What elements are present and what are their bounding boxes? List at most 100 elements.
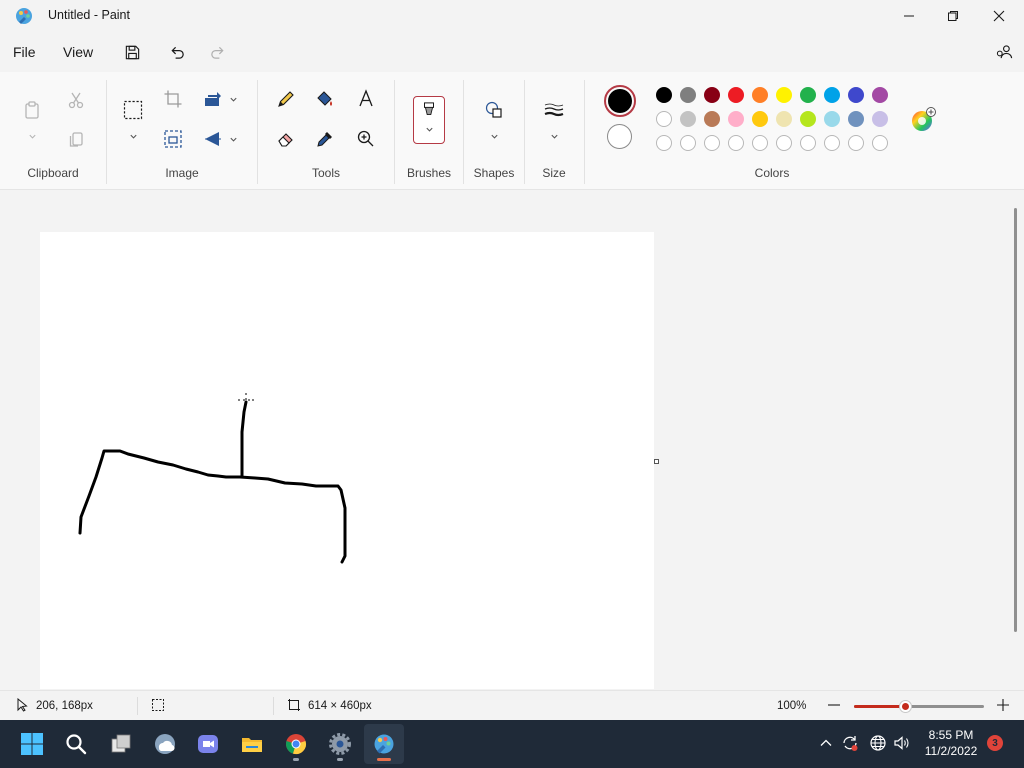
settings-button[interactable] xyxy=(320,724,360,764)
chevron-down-icon xyxy=(490,134,498,139)
account-button[interactable] xyxy=(990,38,1018,66)
paste-icon xyxy=(25,101,39,119)
title-bar: Untitled - Paint xyxy=(0,0,1024,32)
minimize-button[interactable] xyxy=(886,0,932,32)
zoom-level[interactable]: 100% xyxy=(777,700,806,712)
text-button[interactable] xyxy=(352,85,380,113)
search-button[interactable] xyxy=(56,724,96,764)
select-button[interactable] xyxy=(119,96,147,124)
color-swatch[interactable] xyxy=(752,135,768,151)
paste-button[interactable] xyxy=(18,96,46,124)
network-button[interactable] xyxy=(869,734,887,752)
color-swatch[interactable] xyxy=(872,135,888,151)
color-swatch[interactable] xyxy=(680,111,696,127)
clock[interactable]: 8:55 PM 11/2/2022 xyxy=(918,727,984,759)
color-swatch[interactable] xyxy=(776,135,792,151)
color-swatch[interactable] xyxy=(728,111,744,127)
color-swatch[interactable] xyxy=(752,111,768,127)
crop-button[interactable] xyxy=(159,85,187,113)
show-hidden-icons-button[interactable] xyxy=(817,734,835,752)
workspace xyxy=(0,191,1024,689)
canvas-resize-handle[interactable] xyxy=(654,459,659,464)
cursor-position: 206, 168px xyxy=(36,700,93,712)
teams-button[interactable] xyxy=(188,724,228,764)
tools-label: Tools xyxy=(311,166,340,180)
drawing-canvas[interactable] xyxy=(40,232,654,689)
color-swatch[interactable] xyxy=(680,135,696,151)
flip-button[interactable] xyxy=(199,125,227,153)
close-button[interactable] xyxy=(976,0,1022,32)
color-swatch[interactable] xyxy=(656,87,672,103)
clock-date: 11/2/2022 xyxy=(924,744,978,758)
rotate-dropdown[interactable] xyxy=(228,94,238,104)
file-menu[interactable]: File xyxy=(13,44,36,60)
weather-widget[interactable] xyxy=(145,724,185,764)
color-swatch[interactable] xyxy=(872,111,888,127)
color-swatch[interactable] xyxy=(848,135,864,151)
color-swatch[interactable] xyxy=(848,111,864,127)
color-swatch[interactable] xyxy=(656,135,672,151)
color-swatch[interactable] xyxy=(776,111,792,127)
vertical-scrollbar[interactable] xyxy=(1014,208,1017,632)
color-swatch[interactable] xyxy=(848,87,864,103)
eraser-button[interactable] xyxy=(272,125,300,153)
color-swatch[interactable] xyxy=(704,111,720,127)
sync-status-button[interactable] xyxy=(841,734,859,752)
color-picker-button[interactable] xyxy=(311,125,339,153)
search-icon xyxy=(66,734,87,755)
chevron-down-icon xyxy=(550,134,558,139)
color2-selector[interactable] xyxy=(607,124,632,149)
color-swatch[interactable] xyxy=(728,135,744,151)
color-swatch[interactable] xyxy=(800,87,816,103)
color-swatch[interactable] xyxy=(704,87,720,103)
edit-colors-button[interactable] xyxy=(910,107,936,133)
paint-taskbar-button[interactable] xyxy=(364,724,404,764)
zoom-slider[interactable] xyxy=(854,701,984,712)
chrome-button[interactable] xyxy=(276,724,316,764)
select-dropdown[interactable] xyxy=(128,131,138,141)
shapes-label: Shapes xyxy=(473,166,515,180)
flip-dropdown[interactable] xyxy=(228,134,238,144)
zoom-in-icon[interactable] xyxy=(996,698,1010,712)
file-explorer-button[interactable] xyxy=(232,724,272,764)
notification-badge[interactable]: 3 xyxy=(987,735,1003,751)
redo-button[interactable] xyxy=(203,38,231,66)
color-swatch[interactable] xyxy=(800,135,816,151)
zoom-slider-thumb[interactable] xyxy=(900,701,911,712)
size-button[interactable] xyxy=(540,96,568,124)
copy-button[interactable] xyxy=(62,125,90,153)
cut-button[interactable] xyxy=(62,86,90,114)
color-swatch[interactable] xyxy=(728,87,744,103)
rotate-button[interactable] xyxy=(199,85,227,113)
restore-button[interactable] xyxy=(930,0,976,32)
shapes-dropdown[interactable] xyxy=(489,131,499,141)
color-swatch[interactable] xyxy=(872,87,888,103)
paste-dropdown[interactable] xyxy=(27,131,37,141)
shapes-button[interactable] xyxy=(480,96,508,124)
size-dropdown[interactable] xyxy=(549,131,559,141)
color-swatch[interactable] xyxy=(800,111,816,127)
volume-button[interactable] xyxy=(893,734,911,752)
zoom-out-icon[interactable] xyxy=(827,698,841,712)
save-button[interactable] xyxy=(118,38,146,66)
color-swatch[interactable] xyxy=(824,87,840,103)
shapes-group: Shapes xyxy=(464,72,524,190)
brushes-button[interactable] xyxy=(413,96,445,144)
color-swatch[interactable] xyxy=(656,111,672,127)
color-swatch[interactable] xyxy=(680,87,696,103)
color-swatch[interactable] xyxy=(752,87,768,103)
color-swatch[interactable] xyxy=(776,87,792,103)
undo-button[interactable] xyxy=(163,38,191,66)
color1-swatch xyxy=(608,89,632,113)
pencil-button[interactable] xyxy=(272,85,300,113)
color1-selector[interactable] xyxy=(604,85,636,117)
magnifier-button[interactable] xyxy=(352,125,380,153)
task-view-button[interactable] xyxy=(101,724,141,764)
color-swatch[interactable] xyxy=(824,135,840,151)
start-button[interactable] xyxy=(12,724,52,764)
color-swatch[interactable] xyxy=(824,111,840,127)
view-menu[interactable]: View xyxy=(63,44,93,60)
color-swatch[interactable] xyxy=(704,135,720,151)
fill-button[interactable] xyxy=(311,85,339,113)
resize-button[interactable] xyxy=(159,125,187,153)
